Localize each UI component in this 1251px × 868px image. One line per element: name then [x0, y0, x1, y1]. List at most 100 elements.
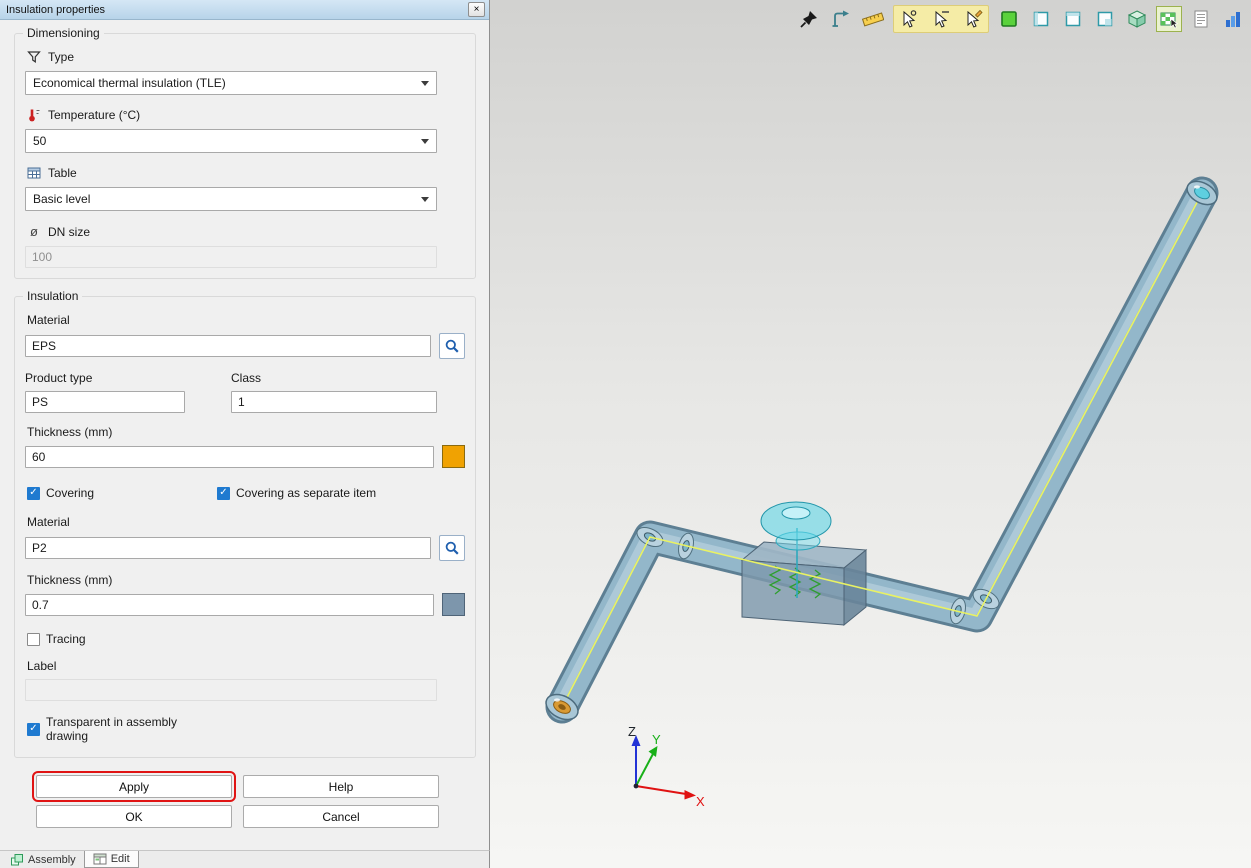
view-face-2-icon — [1063, 9, 1083, 29]
filter-funnel-icon — [27, 50, 41, 64]
covering-separate-checkbox[interactable]: ✓ Covering as separate item — [217, 486, 376, 500]
iso-box-icon — [1127, 9, 1147, 29]
organizer-chart-icon — [1223, 9, 1243, 29]
measure-ruler-icon — [862, 9, 884, 29]
type-select[interactable]: Economical thermal insulation (TLE) — [25, 71, 437, 95]
apply-button[interactable]: Apply — [36, 775, 232, 798]
thickness-row — [25, 445, 465, 468]
covering-row: ✓ Covering ✓ Covering as separate item — [27, 486, 465, 500]
tracing-row: ✓ Tracing — [27, 632, 465, 646]
cancel-button[interactable]: Cancel — [243, 805, 439, 828]
insulation-group: Insulation Material Product type Class — [14, 296, 476, 758]
covering-material-browse-button[interactable] — [439, 535, 465, 561]
work-plane-icon — [1159, 9, 1179, 29]
snap-reference-button[interactable] — [897, 7, 921, 31]
snap-geometry-button[interactable] — [929, 7, 953, 31]
checkbox-box: ✓ — [217, 487, 230, 500]
move-rotate-button[interactable] — [829, 7, 853, 31]
snap-nearest-button[interactable] — [961, 7, 985, 31]
shaded-face-icon — [999, 9, 1019, 29]
covering-material-row — [25, 535, 465, 561]
report-list-icon — [1191, 9, 1211, 29]
table-label: Table — [48, 166, 77, 180]
tab-assembly-label: Assembly — [28, 854, 76, 866]
covering-thickness-input[interactable] — [25, 594, 434, 616]
view-face-2-button[interactable] — [1061, 7, 1085, 31]
covering-checkbox[interactable]: ✓ Covering — [27, 486, 217, 500]
dialog-body: Dimensioning Type Economical thermal ins… — [0, 20, 489, 828]
dn-size-label-row: ø DN size — [27, 224, 465, 239]
temperature-select[interactable]: 50 — [25, 129, 437, 153]
temperature-label: Temperature (°C) — [48, 108, 140, 122]
thickness-input[interactable] — [25, 446, 434, 468]
snap-nearest-icon — [963, 9, 983, 29]
check-icon: ✓ — [29, 724, 37, 734]
product-class-inputs — [25, 391, 465, 413]
product-type-label: Product type — [25, 371, 185, 385]
dn-size-input — [25, 246, 437, 268]
covering-color-swatch[interactable] — [442, 593, 465, 616]
report-button[interactable] — [1189, 7, 1213, 31]
checkbox-box: ✓ — [27, 723, 40, 736]
snap-toggle-group — [893, 5, 989, 33]
product-type-input[interactable] — [25, 391, 185, 413]
tab-assembly[interactable]: Assembly — [2, 851, 84, 868]
edit-icon — [93, 852, 107, 866]
insulation-legend: Insulation — [23, 289, 82, 303]
table-select-value: Basic level — [33, 192, 90, 206]
material-browse-button[interactable] — [439, 333, 465, 359]
close-icon: × — [474, 5, 480, 15]
measure-button[interactable] — [861, 7, 885, 31]
covering-material-input[interactable] — [25, 537, 431, 559]
orientation-axes: Z Y X — [628, 724, 705, 809]
pipe-insulation[interactable] — [562, 193, 1202, 707]
application-window: Insulation properties × Dimensioning Typ… — [0, 0, 1251, 868]
check-icon: ✓ — [219, 488, 227, 498]
tab-edit[interactable]: Edit — [84, 851, 139, 868]
tab-edit-label: Edit — [111, 853, 130, 865]
material-input[interactable] — [25, 335, 431, 357]
insulation-color-swatch[interactable] — [442, 445, 465, 468]
pin-button[interactable] — [797, 7, 821, 31]
pipe-centerline — [562, 193, 1202, 707]
label-label: Label — [27, 659, 465, 673]
product-class-labels: Product type Class — [25, 371, 465, 385]
thickness-label: Thickness (mm) — [27, 425, 465, 439]
dialog-title: Insulation properties — [6, 4, 468, 16]
pipe-model-scene[interactable]: Z Y X — [490, 0, 1251, 868]
iso-view-button[interactable] — [1125, 7, 1149, 31]
magnifier-icon — [444, 338, 460, 354]
tracing-checkbox[interactable]: ✓ Tracing — [27, 632, 217, 646]
ok-button[interactable]: OK — [36, 805, 232, 828]
view-face-3-button[interactable] — [1093, 7, 1117, 31]
label-input — [25, 679, 437, 701]
viewport-toolbar — [797, 5, 1245, 33]
transparent-label: Transparent in assembly drawing — [46, 715, 217, 743]
tracing-label: Tracing — [46, 632, 86, 646]
close-button[interactable]: × — [468, 2, 485, 17]
diameter-icon: ø — [27, 224, 41, 239]
chevron-down-icon — [421, 139, 429, 144]
checkbox-box: ✓ — [27, 633, 40, 646]
covering-thickness-label: Thickness (mm) — [27, 573, 465, 587]
view-face-1-button[interactable] — [1029, 7, 1053, 31]
class-input[interactable] — [231, 391, 437, 413]
view-face-3-icon — [1095, 9, 1115, 29]
snap-reference-icon — [899, 9, 919, 29]
help-button[interactable]: Help — [243, 775, 439, 798]
checkbox-box: ✓ — [27, 487, 40, 500]
work-plane-button[interactable] — [1157, 7, 1181, 31]
table-select[interactable]: Basic level — [25, 187, 437, 211]
shaded-render-button[interactable] — [997, 7, 1021, 31]
dn-size-label: DN size — [48, 225, 90, 239]
transparent-checkbox[interactable]: ✓ Transparent in assembly drawing — [27, 715, 217, 743]
y-axis-label: Y — [652, 732, 661, 747]
dimensioning-legend: Dimensioning — [23, 26, 104, 40]
organizer-button[interactable] — [1221, 7, 1245, 31]
axes-origin — [634, 784, 639, 789]
dialog-titlebar[interactable]: Insulation properties × — [0, 0, 489, 20]
type-label: Type — [48, 50, 74, 64]
model-viewport[interactable]: Z Y X — [490, 0, 1251, 868]
pipe-outline[interactable] — [562, 193, 1202, 707]
dimensioning-group: Dimensioning Type Economical thermal ins… — [14, 33, 476, 279]
